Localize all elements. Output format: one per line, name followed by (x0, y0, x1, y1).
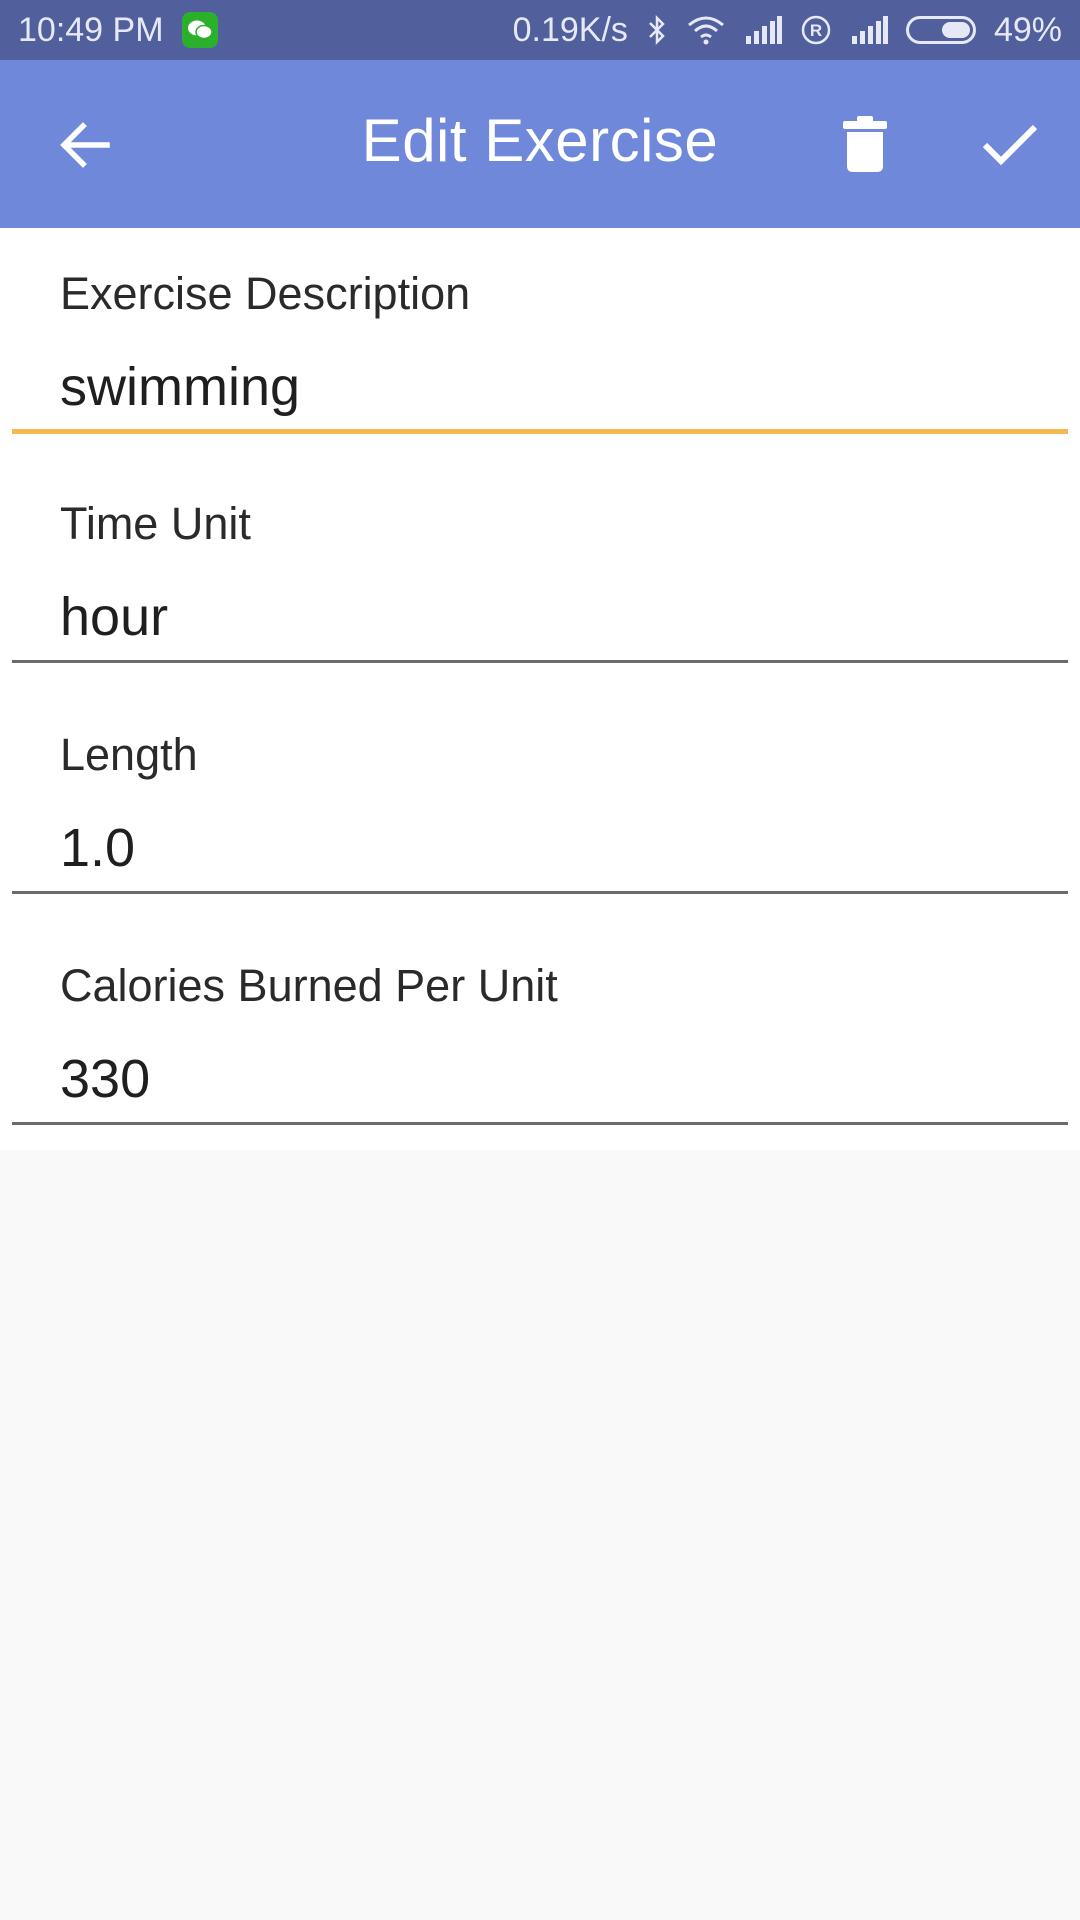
status-bar: 10:49 PM 0.19K/s R 49% (0, 0, 1080, 60)
field-label: Time Unit (60, 498, 251, 549)
page-title: Edit Exercise (361, 107, 719, 174)
check-icon (982, 124, 1038, 166)
exercise-description-input[interactable]: swimming (60, 356, 1020, 418)
field-label: Calories Burned Per Unit (60, 960, 558, 1011)
exercise-description-field: Exercise Description swimming (0, 228, 1080, 458)
trash-icon (843, 116, 887, 172)
wifi-icon (686, 15, 726, 45)
signal-icon (744, 16, 782, 44)
battery-icon (905, 16, 976, 44)
wechat-icon (181, 12, 218, 48)
field-underline (12, 660, 1068, 663)
app-bar: Edit Exercise (0, 60, 1080, 228)
time-unit-field: Time Unit hour (0, 458, 1080, 688)
field-label: Exercise Description (60, 268, 471, 319)
network-speed: 0.19K/s (512, 10, 628, 49)
delete-button[interactable] (820, 104, 910, 184)
field-underline (12, 891, 1068, 894)
bluetooth-icon (646, 14, 668, 46)
roaming-icon: R (800, 14, 832, 46)
exercise-form: Exercise Description swimming Time Unit … (0, 228, 1080, 1150)
calories-per-unit-input[interactable]: 330 (60, 1048, 1020, 1110)
field-label: Length (60, 729, 198, 780)
save-button[interactable] (960, 104, 1060, 184)
clock: 10:49 PM (18, 10, 164, 49)
field-underline (12, 429, 1068, 434)
length-field: Length 1.0 (0, 689, 1080, 919)
time-unit-input[interactable]: hour (60, 586, 1020, 648)
svg-text:R: R (810, 21, 822, 40)
field-underline (12, 1122, 1068, 1125)
battery-percent: 49% (993, 10, 1062, 49)
calories-per-unit-field: Calories Burned Per Unit 330 (0, 920, 1080, 1150)
length-input[interactable]: 1.0 (60, 817, 1020, 879)
battery-level (941, 22, 970, 38)
signal-icon (850, 16, 888, 44)
